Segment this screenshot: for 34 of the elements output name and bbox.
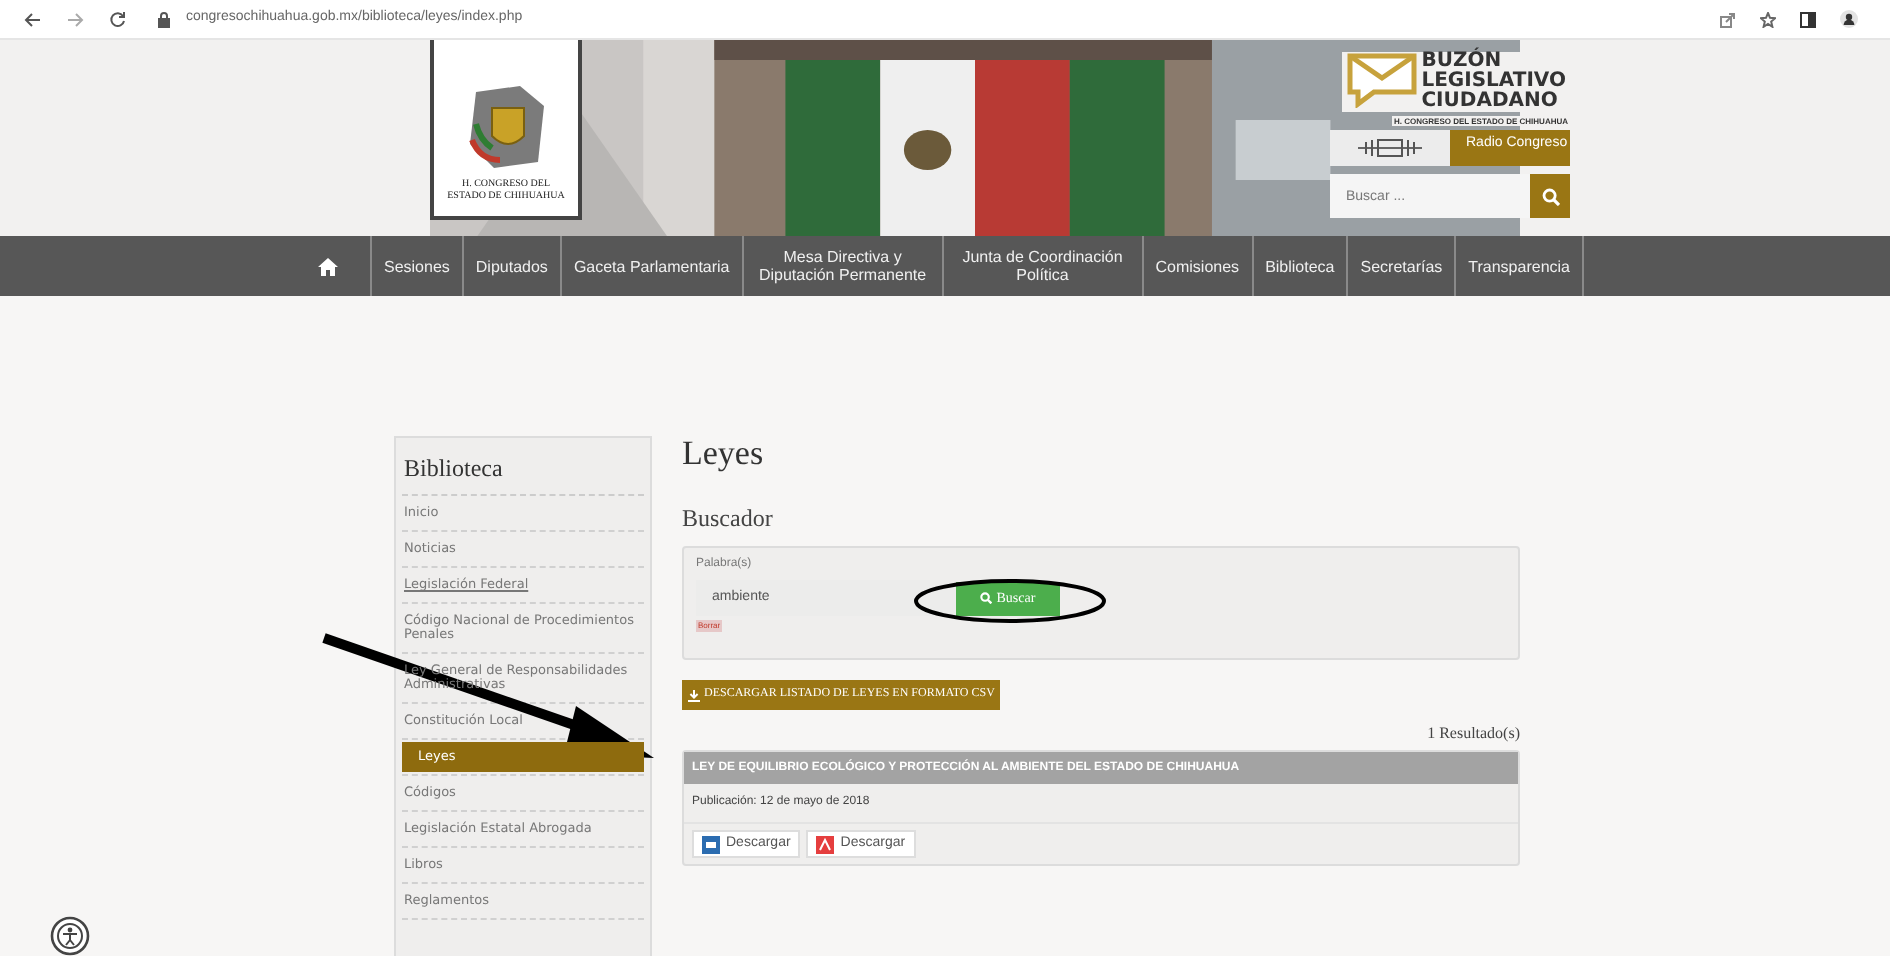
search-icon [1541, 187, 1559, 205]
nav-link[interactable]: Comisiones [1143, 236, 1254, 296]
buzon-title-line: LEGISLATIVO [1421, 72, 1566, 92]
buzon-title-line: CIUDADANO [1421, 92, 1560, 112]
profile-icon[interactable] [1840, 10, 1858, 28]
reload-icon[interactable] [108, 10, 126, 28]
studio-logo-icon [1354, 136, 1426, 160]
nav-link[interactable]: Junta de Coordinación Política [943, 236, 1144, 296]
search-button[interactable] [1530, 174, 1570, 218]
buzon-title-line: BUZÓN [1421, 52, 1502, 72]
accessibility-icon[interactable] [48, 916, 92, 956]
document-icon [702, 835, 720, 853]
lock-icon [158, 11, 170, 27]
section-title: Buscador [682, 502, 775, 536]
nav-link[interactable]: Gaceta Parlamentaria [561, 236, 744, 296]
share-icon[interactable] [1720, 11, 1736, 27]
nav-link[interactable]: Diputados [463, 236, 562, 296]
nav-link[interactable]: Transparencia [1456, 236, 1584, 296]
nav-link[interactable]: Biblioteca [1253, 236, 1349, 296]
result-count: 1 Resultado(s) [1427, 722, 1520, 746]
page-title: Leyes [682, 434, 766, 474]
home-icon[interactable] [317, 257, 338, 275]
side-panel-icon[interactable] [1800, 11, 1816, 27]
download-icon [688, 689, 700, 701]
search-icon [980, 592, 993, 604]
nav-link[interactable]: Secretarías [1348, 236, 1457, 296]
envelope-icon [1345, 52, 1418, 108]
buzon-logo[interactable]: BUZÓN LEGISLATIVO CIUDADANO [1341, 52, 1570, 112]
nav-link[interactable]: Sesiones [371, 236, 464, 296]
back-icon[interactable] [24, 11, 42, 27]
sidebar-title: Biblioteca [402, 450, 644, 496]
pdf-icon [816, 835, 835, 853]
star-icon[interactable] [1760, 11, 1776, 27]
nav-link[interactable]: Mesa Directiva y Diputación Permanente [743, 236, 944, 296]
